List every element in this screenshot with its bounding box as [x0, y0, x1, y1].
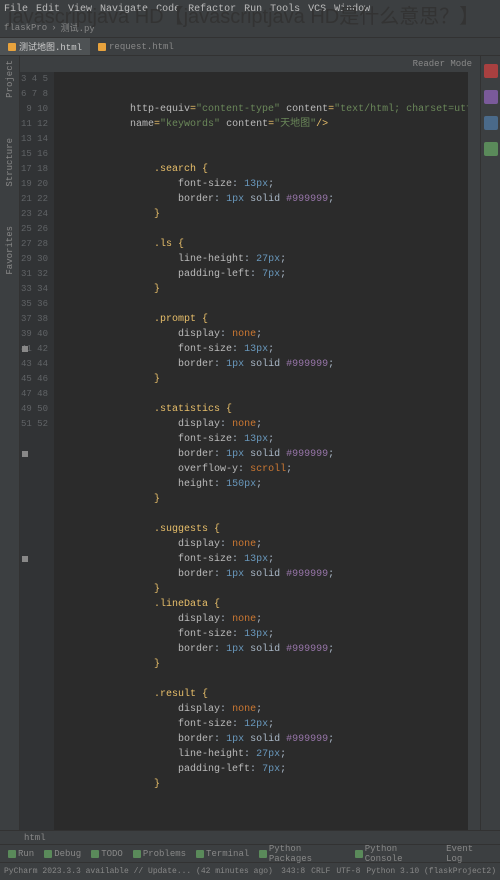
tool-icon	[133, 850, 141, 858]
breakpoint-icon[interactable]	[22, 451, 28, 457]
tool-window-structure[interactable]: Structure	[5, 138, 15, 187]
tool-tab-problems[interactable]: Problems	[129, 849, 190, 859]
menubar: File Edit View Navigate Code Refactor Run Tools…	[0, 0, 500, 18]
status-bar: PyCharm 2023.3.3 available // Update... …	[0, 862, 500, 880]
menu-file[interactable]: File	[4, 4, 28, 15]
tool-icon	[8, 850, 16, 858]
breakpoint-icon[interactable]	[22, 556, 28, 562]
project-crumb[interactable]: flaskPro	[4, 23, 47, 33]
editor-tab[interactable]: 测试地图.html	[0, 38, 90, 55]
tool-tab-run[interactable]: Run	[4, 849, 38, 859]
tool-tab-debug[interactable]: Debug	[40, 849, 85, 859]
tab-label: 测试地图.html	[19, 40, 82, 53]
right-tool-strip	[480, 56, 500, 830]
menu-tools[interactable]: Tools	[270, 4, 300, 15]
event-log-tab[interactable]: Event Log	[442, 844, 496, 864]
minimap[interactable]	[468, 72, 480, 830]
tool-icon	[355, 850, 363, 858]
tool-tab-python-packages[interactable]: Python Packages	[255, 844, 349, 864]
status-message[interactable]: PyCharm 2023.3.3 available // Update... …	[4, 867, 281, 876]
menu-vcs[interactable]: VCS	[308, 4, 326, 15]
tool-icon	[91, 850, 99, 858]
menu-view[interactable]: View	[68, 4, 92, 15]
file-crumb[interactable]: 测试.py	[61, 21, 95, 34]
menu-code[interactable]: Code	[156, 4, 180, 15]
structure-breadcrumb[interactable]: html	[0, 830, 500, 844]
status-item[interactable]: 343:8	[281, 867, 305, 876]
code-editor[interactable]: 3 4 5 6 7 8 9 10 11 12 13 14 15 16 17 18…	[20, 72, 480, 830]
notifications-icon[interactable]	[484, 64, 498, 78]
tool-window-project[interactable]: Project	[5, 60, 15, 98]
status-item[interactable]: UTF-8	[336, 867, 360, 876]
status-item[interactable]: Python 3.10 (flaskProject2)	[366, 867, 496, 876]
tool-icon	[44, 850, 52, 858]
tool-window-favorites[interactable]: Favorites	[5, 226, 15, 275]
sciview-icon[interactable]	[484, 142, 498, 156]
left-tool-strip: Project Structure Favorites	[0, 56, 20, 830]
reader-mode-banner[interactable]: Reader Mode	[20, 56, 480, 72]
status-item[interactable]: CRLF	[311, 867, 330, 876]
line-gutter: 3 4 5 6 7 8 9 10 11 12 13 14 15 16 17 18…	[20, 72, 54, 830]
menu-run[interactable]: Run	[244, 4, 262, 15]
tool-tab-python-console[interactable]: Python Console	[351, 844, 440, 864]
editor-tab[interactable]: request.html	[90, 40, 182, 54]
tool-icon	[259, 850, 267, 858]
html-file-icon	[98, 43, 106, 51]
tool-icon	[196, 850, 204, 858]
menu-refactor[interactable]: Refactor	[188, 4, 236, 15]
tab-label: request.html	[109, 42, 174, 52]
breakpoint-icon[interactable]	[22, 346, 28, 352]
menu-window[interactable]: Window	[334, 4, 370, 15]
code-area[interactable]: http-equiv="content-type" content="text/…	[54, 72, 468, 830]
database-icon[interactable]	[484, 116, 498, 130]
menu-navigate[interactable]: Navigate	[100, 4, 148, 15]
html-file-icon	[8, 43, 16, 51]
breadcrumb-toolbar: flaskPro › 测试.py	[0, 18, 500, 38]
editor-tabs: 测试地图.html request.html	[0, 38, 500, 56]
tool-tab-terminal[interactable]: Terminal	[192, 849, 253, 859]
tool-tab-todo[interactable]: TODO	[87, 849, 127, 859]
bottom-tool-tabs: RunDebugTODOProblemsTerminalPython Packa…	[0, 844, 500, 862]
ai-assistant-icon[interactable]	[484, 90, 498, 104]
menu-edit[interactable]: Edit	[36, 4, 60, 15]
